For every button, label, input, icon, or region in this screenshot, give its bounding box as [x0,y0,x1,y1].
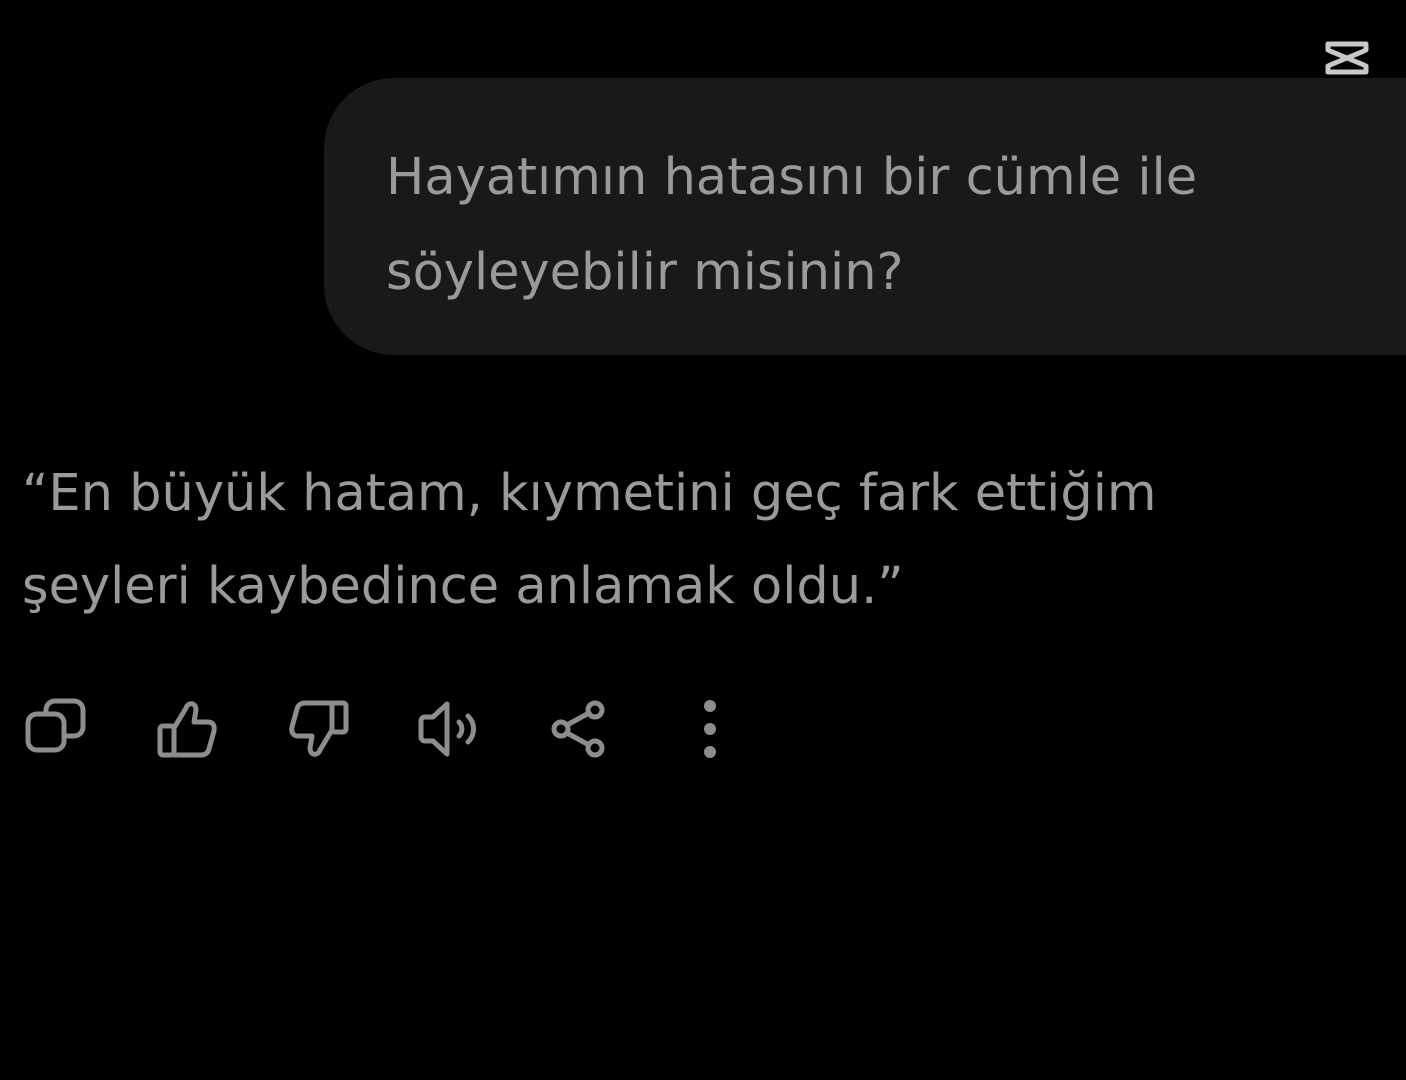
more-options-icon [704,700,716,758]
thumbs-up-icon [157,701,217,758]
copy-icon [25,698,86,753]
read-aloud-button[interactable] [415,694,485,764]
thumbs-down-icon [289,700,349,757]
more-options-button[interactable] [675,694,745,764]
dislike-button[interactable] [284,694,354,764]
share-icon [551,700,605,758]
assistant-reply-text: “En büyük hatam, kıymetini geç fark etti… [22,464,1157,616]
user-message-bubble: Hayatımın hatasını bir cümle ile söyleye… [324,78,1406,355]
user-message-text: Hayatımın hatasını bir cümle ile söyleye… [386,148,1198,302]
copy-button[interactable] [22,694,92,764]
assistant-reply: “En büyük hatam, kıymetini geç fark etti… [22,447,1322,633]
like-button[interactable] [152,694,222,764]
speaker-icon [418,701,476,757]
share-button[interactable] [543,694,613,764]
capcut-logo-icon [1322,38,1372,78]
